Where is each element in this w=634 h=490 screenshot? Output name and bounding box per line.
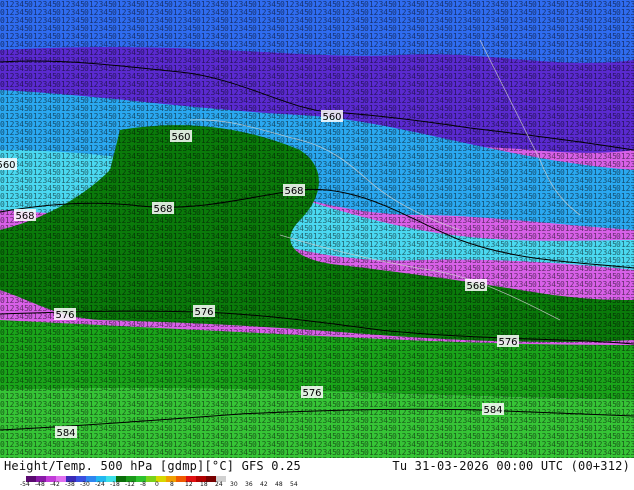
- contour-label-text: 568: [466, 281, 485, 292]
- contour-label-text: 568: [284, 186, 303, 197]
- contour-label-576: 576: [54, 308, 76, 321]
- contour-label-text: 576: [498, 337, 517, 348]
- contour-label-text: 568: [15, 211, 34, 222]
- colorbar-tick-label: 54: [290, 481, 298, 488]
- contour-label-text: 584: [56, 428, 75, 439]
- contour-label-text: 576: [194, 307, 213, 318]
- colorbar-tick-label: -12: [125, 481, 135, 488]
- contour-label-560: 560: [170, 130, 192, 143]
- colorbar-tick-label: 48: [275, 481, 283, 488]
- colorbar-tick-label: 18: [200, 481, 208, 488]
- contour-label-584: 584: [55, 426, 77, 439]
- colorbar-tick-label: -8: [140, 481, 146, 488]
- colorbar-tick-label: 12: [185, 481, 193, 488]
- colorbar-tick-label: 8: [170, 481, 174, 488]
- colorbar-tick-label: -54: [20, 481, 30, 488]
- colorbar-tick-label: 24: [215, 481, 223, 488]
- colorbar-tick-label: -42: [50, 481, 60, 488]
- colorbar-tick-label: 30: [230, 481, 238, 488]
- colorbar-tick-label: 42: [260, 481, 268, 488]
- contour-label-568: 568: [14, 209, 36, 222]
- contour-label-text: 568: [153, 204, 172, 215]
- contour-label-text: 576: [55, 310, 74, 321]
- product-title: Height/Temp. 500 hPa [gdmp][°C] GFS 0.25: [4, 459, 301, 473]
- contour-label-584: 584: [482, 403, 504, 416]
- contour-label-576: 576: [193, 305, 215, 318]
- contour-label-568: 568: [465, 279, 487, 292]
- colorbar-tick-label: 0: [155, 481, 159, 488]
- contour-label-text: 576: [302, 388, 321, 399]
- weather-map: 0123456 56056056056856856856857657657657…: [0, 0, 634, 458]
- colorbar-tick-label: -38: [65, 481, 75, 488]
- colorbar-tick-label: -48: [35, 481, 45, 488]
- contour-label-text: 560: [171, 132, 190, 143]
- contour-label-text: 584: [483, 405, 502, 416]
- contour-label-560: 560: [0, 158, 17, 171]
- colorbar-tick-label: -30: [80, 481, 90, 488]
- map-canvas: 0123456 56056056056856856856857657657657…: [0, 0, 634, 458]
- contour-label-568: 568: [152, 202, 174, 215]
- contour-label-560: 560: [321, 110, 343, 123]
- contour-label-568: 568: [283, 184, 305, 197]
- contour-label-text: 560: [322, 112, 341, 123]
- colorbar-tick-label: -18: [110, 481, 120, 488]
- colorbar-tick-label: 36: [245, 481, 253, 488]
- colorbar-tick-label: -24: [95, 481, 105, 488]
- colorbar-ticks: -54 -48 -42 -38 -30 -24 -18 -12 -8 0 8 12 18 24 30 36 42…: [20, 481, 310, 490]
- valid-time: Tu 31-03-2026 00:00 UTC (00+312): [392, 459, 630, 473]
- map-footer: Height/Temp. 500 hPa [gdmp][°C] GFS 0.25…: [0, 458, 634, 490]
- contour-label-text: 560: [0, 160, 16, 171]
- contour-label-576: 576: [497, 335, 519, 348]
- contour-label-576: 576: [301, 386, 323, 399]
